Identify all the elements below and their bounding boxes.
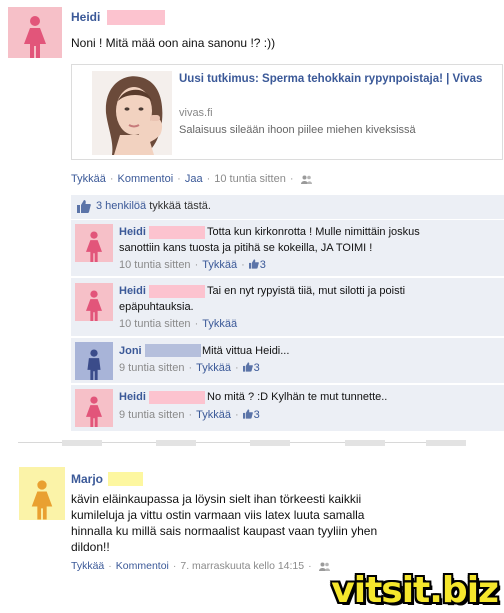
separator-dot: ·: [308, 560, 312, 572]
comment-author-name[interactable]: Joni: [119, 345, 142, 357]
comment-meta: 10 tuntia sitten · Tykkää · 3: [119, 259, 266, 271]
separator-dot: ·: [234, 409, 239, 421]
comment-author-name[interactable]: Heidi: [119, 226, 146, 238]
separator-dot: ·: [177, 173, 181, 185]
separator-dot: ·: [188, 409, 193, 421]
comment-link[interactable]: Kommentoi: [118, 173, 174, 185]
comment-avatar-joni[interactable]: [75, 342, 113, 380]
redacted-surname: [149, 391, 205, 404]
post-status-text: Noni ! Mitä mää oon aina sanonu !? :)): [71, 36, 276, 50]
comment-text: Totta kun kirkonrotta ! Mulle nimittäin …: [207, 226, 420, 238]
avatar-heidi[interactable]: [8, 7, 62, 58]
female-silhouette-icon: [31, 480, 53, 520]
avatar-marjo[interactable]: [19, 467, 65, 520]
separator-dot: ·: [188, 362, 193, 374]
likes-summary-text: 3 henkilöä tykkää tästä.: [96, 200, 211, 212]
separator-dot: ·: [172, 560, 177, 572]
comment-avatar-heidi[interactable]: [75, 389, 113, 427]
link-thumbnail[interactable]: [92, 71, 172, 155]
post-author-name[interactable]: Marjo: [71, 472, 103, 486]
comment-timestamp[interactable]: 9 tuntia sitten: [119, 409, 184, 421]
section-divider: [18, 440, 466, 446]
comment-like-link[interactable]: Tykkää: [202, 318, 237, 330]
link-domain: vivas.fi: [179, 107, 213, 119]
separator-dot: ·: [241, 259, 245, 271]
link-description: Salaisuus sileään ihoon piilee miehen ki…: [179, 124, 416, 136]
separator-dot: ·: [289, 173, 294, 185]
comment-timestamp[interactable]: 10 tuntia sitten: [119, 318, 191, 330]
watermark-logo: vitsit.biz: [331, 570, 499, 611]
comment-timestamp[interactable]: 10 tuntia sitten: [119, 259, 191, 271]
redacted-surname: [149, 285, 205, 298]
likes-suffix: tykkää tästä.: [149, 200, 211, 212]
redacted-surname: [107, 10, 165, 25]
comment-like-link[interactable]: Tykkää: [196, 362, 231, 374]
female-silhouette-icon: [86, 290, 102, 321]
separator-dot: ·: [234, 362, 239, 374]
comment-likes-count[interactable]: 3: [248, 259, 266, 271]
comment-like-link[interactable]: Tykkää: [196, 409, 231, 421]
share-link[interactable]: Jaa: [185, 173, 203, 185]
redacted-surname: [108, 472, 143, 486]
audience-friends-icon[interactable]: [318, 562, 330, 571]
female-silhouette-icon: [24, 16, 46, 58]
link-preview-card[interactable]: Uusi tutkimus: Sperma tehokkain rypynpoi…: [71, 64, 503, 160]
post-timestamp[interactable]: 7. marraskuuta kello 14:15: [180, 560, 304, 572]
comment-link[interactable]: Kommentoi: [116, 560, 169, 572]
redacted-surname: [149, 226, 205, 239]
post-actions: Tykkää · Kommentoi · Jaa · 10 tuntia sit…: [71, 173, 312, 185]
separator-dot: ·: [109, 173, 114, 185]
comment-author-name[interactable]: Heidi: [119, 391, 146, 403]
like-link[interactable]: Tykkää: [71, 173, 106, 185]
male-silhouette-icon: [87, 349, 101, 380]
separator-dot: ·: [194, 259, 199, 271]
comment-text-continued: sanottiin kans tuosta ja pitihä se kokei…: [119, 242, 373, 254]
post-author-name[interactable]: Heidi: [71, 10, 100, 24]
thumbs-up-icon: [242, 362, 253, 372]
comment-timestamp[interactable]: 9 tuntia sitten: [119, 362, 184, 374]
female-silhouette-icon: [86, 231, 102, 262]
redacted-surname: [145, 344, 201, 357]
thumbs-up-icon: [248, 259, 259, 269]
comment-text: Tai en nyt rypyistä tiiä, mut silotti ja…: [207, 285, 406, 297]
likes-summary: 3 henkilöä tykkää tästä.: [71, 195, 504, 219]
separator-dot: ·: [108, 560, 112, 572]
female-silhouette-icon: [86, 396, 102, 427]
comment-like-link[interactable]: Tykkää: [202, 259, 237, 271]
comment-author-name[interactable]: Heidi: [119, 285, 146, 297]
likes-count-link[interactable]: 3 henkilöä: [96, 200, 146, 212]
link-title[interactable]: Uusi tutkimus: Sperma tehokkain rypynpoi…: [179, 72, 497, 87]
comment-likes-count[interactable]: 3: [242, 409, 260, 421]
separator-dot: ·: [206, 173, 211, 185]
comment-meta: 9 tuntia sitten · Tykkää · 3: [119, 362, 260, 374]
post-timestamp[interactable]: 10 tuntia sitten: [214, 173, 286, 185]
comment-avatar-heidi[interactable]: [75, 224, 113, 262]
comment-likes-count[interactable]: 3: [242, 362, 260, 374]
comment-text: No mitä ? :D Kylhän te mut tunnette..: [207, 391, 388, 403]
audience-friends-icon[interactable]: [300, 175, 312, 184]
comment-meta: 10 tuntia sitten · Tykkää: [119, 318, 237, 330]
thumbs-up-icon: [77, 200, 91, 213]
comment-text: Mitä vittua Heidi...: [202, 345, 290, 357]
thumbs-up-icon: [242, 409, 253, 419]
comment-avatar-heidi[interactable]: [75, 283, 113, 321]
like-link[interactable]: Tykkää: [71, 560, 104, 572]
comment-meta: 9 tuntia sitten · Tykkää · 3: [119, 409, 260, 421]
post-status-text: kävin eläinkaupassa ja löysin sielt ihan…: [71, 492, 378, 554]
comment-text-continued: epäpuhtauksia.: [119, 301, 194, 313]
separator-dot: ·: [194, 318, 199, 330]
post-actions: Tykkää · Kommentoi · 7. marraskuuta kell…: [71, 560, 330, 572]
